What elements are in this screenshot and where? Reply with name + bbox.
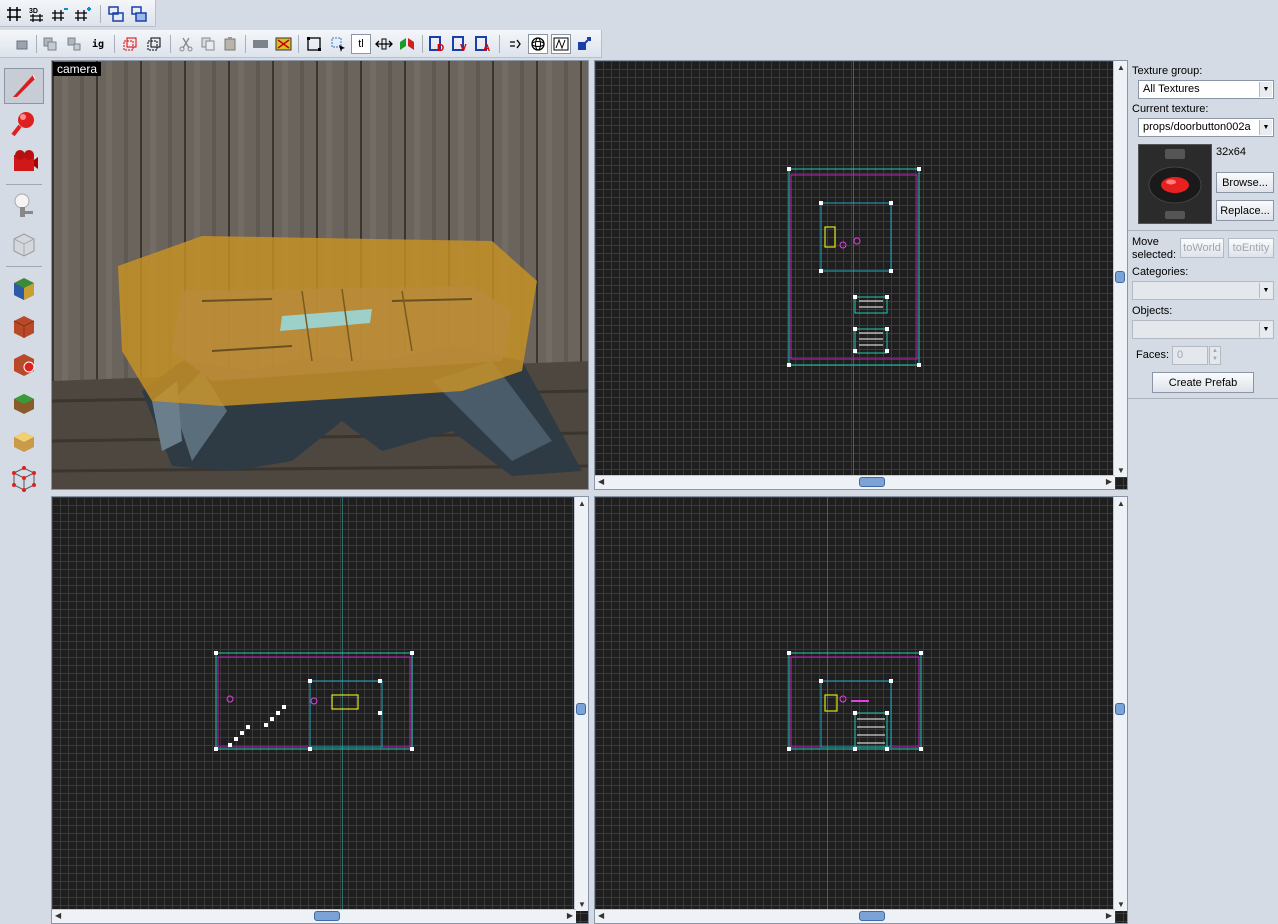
- objects-label: Objects:: [1132, 305, 1173, 317]
- chevron-down-icon: ▼: [1259, 322, 1272, 337]
- texture-panel: Texture group: All Textures ▼ Current te…: [1128, 60, 1278, 924]
- align-a-icon[interactable]: A: [474, 34, 494, 54]
- select-box-icon[interactable]: [304, 34, 324, 54]
- main-toolbar: ig tl D V A: [0, 30, 602, 58]
- svg-text:A: A: [483, 43, 490, 53]
- top-2d-viewport[interactable]: ▲ ▼ ◀ ▶: [594, 60, 1128, 490]
- camera-label: camera: [53, 62, 102, 76]
- texture-lock-icon[interactable]: [274, 34, 294, 54]
- faces-label: Faces:: [1136, 349, 1170, 361]
- texture-group-value: All Textures: [1143, 83, 1200, 95]
- replace-button-label: Replace...: [1220, 204, 1270, 217]
- browse-button[interactable]: Browse...: [1216, 172, 1274, 193]
- map-icon[interactable]: [551, 34, 571, 54]
- grid-icon[interactable]: [4, 4, 24, 24]
- texture-size: 32x64: [1216, 146, 1246, 158]
- hide-selection-icon[interactable]: [120, 34, 140, 54]
- top-view-vertical-scrollbar[interactable]: ▲ ▼: [1113, 61, 1127, 477]
- front-view-vertical-scrollbar[interactable]: ▲ ▼: [1113, 497, 1127, 911]
- faces-value: 0: [1177, 349, 1184, 361]
- vertex-tool-icon[interactable]: [4, 460, 44, 496]
- apply-texture-icon[interactable]: [4, 308, 44, 344]
- svg-text:D: D: [437, 43, 444, 53]
- hide-unselected-icon[interactable]: [144, 34, 164, 54]
- entity-report-icon[interactable]: [505, 34, 525, 54]
- texture-lock-text-icon[interactable]: tl: [351, 34, 371, 54]
- clipping-tool-icon[interactable]: [4, 422, 44, 458]
- compile-icon[interactable]: [574, 34, 594, 54]
- svg-text:V: V: [460, 43, 467, 53]
- chevron-down-icon: ▼: [1259, 120, 1272, 135]
- side-view-wireframe: [214, 651, 414, 751]
- overlay-tool-icon[interactable]: [4, 384, 44, 420]
- ignore-grouping-label: ig: [91, 38, 105, 50]
- undo-icon[interactable]: [12, 34, 32, 54]
- scale-icon[interactable]: [374, 34, 394, 54]
- decal-tool-icon[interactable]: [4, 346, 44, 382]
- to-entity-label: toEntity: [1232, 242, 1270, 254]
- sphere-icon[interactable]: [528, 34, 548, 54]
- grid-3d-icon[interactable]: 3D: [27, 4, 47, 24]
- texture-application-icon[interactable]: [4, 270, 44, 306]
- align-v-icon[interactable]: V: [451, 34, 471, 54]
- copy-icon[interactable]: [198, 34, 218, 54]
- chevron-down-icon: ▼: [1259, 283, 1272, 298]
- select-pointer-icon[interactable]: [328, 34, 348, 54]
- create-prefab-label: Create Prefab: [1168, 376, 1238, 389]
- camera-tool-icon[interactable]: [4, 144, 44, 180]
- solid-icon[interactable]: [251, 34, 271, 54]
- create-prefab-button[interactable]: Create Prefab: [1152, 372, 1254, 393]
- front-view-horizontal-scrollbar[interactable]: ◀ ▶: [595, 909, 1115, 923]
- current-texture-dropdown[interactable]: props/doorbutton002a ▼: [1138, 118, 1274, 137]
- side-2d-viewport[interactable]: ▲ ▼ ◀ ▶: [51, 496, 589, 924]
- magnify-tool-icon[interactable]: [4, 106, 44, 142]
- current-texture-label: Current texture:: [1132, 103, 1209, 115]
- categories-label: Categories:: [1132, 266, 1189, 278]
- carve-icon[interactable]: [106, 4, 126, 24]
- cut-icon[interactable]: [176, 34, 196, 54]
- texture-group-dropdown[interactable]: All Textures ▼: [1138, 80, 1274, 99]
- camera-render: [52, 61, 588, 489]
- align-d-icon[interactable]: D: [428, 34, 448, 54]
- replace-button[interactable]: Replace...: [1216, 200, 1274, 221]
- ignore-grouping-icon[interactable]: ig: [88, 34, 108, 54]
- paste-icon[interactable]: [220, 34, 240, 54]
- top-view-horizontal-scrollbar[interactable]: ◀ ▶: [595, 475, 1115, 489]
- grid-smaller-icon[interactable]: [50, 4, 70, 24]
- to-world-button[interactable]: toWorld: [1180, 238, 1224, 258]
- texture-group-label: Texture group:: [1132, 65, 1203, 77]
- browse-button-label: Browse...: [1222, 176, 1268, 189]
- tools-palette: [0, 60, 50, 924]
- block-tool-icon[interactable]: [4, 226, 44, 262]
- svg-text:3D: 3D: [29, 8, 38, 15]
- faces-field[interactable]: 0: [1172, 346, 1208, 365]
- to-entity-button[interactable]: toEntity: [1228, 238, 1274, 258]
- move-selected-label: Move selected:: [1132, 236, 1177, 261]
- group-objects-icon[interactable]: [40, 34, 60, 54]
- faces-spinner[interactable]: ▲ ▼: [1209, 346, 1221, 365]
- to-world-label: toWorld: [1183, 242, 1221, 254]
- selection-tool-icon[interactable]: [4, 68, 44, 104]
- front-2d-viewport[interactable]: ▲ ▼ ◀ ▶: [594, 496, 1128, 924]
- side-view-horizontal-scrollbar[interactable]: ◀ ▶: [52, 909, 576, 923]
- chevron-down-icon: ▼: [1259, 82, 1272, 97]
- flip-icon[interactable]: [397, 34, 417, 54]
- texture-preview: [1138, 144, 1212, 224]
- grid-toolbar: 3D: [0, 0, 156, 27]
- texture-lock-text-label: tl: [358, 38, 364, 50]
- group-icon[interactable]: [129, 4, 149, 24]
- camera-viewport[interactable]: camera: [51, 60, 589, 490]
- categories-dropdown[interactable]: ▼: [1132, 281, 1274, 300]
- entity-tool-icon[interactable]: [4, 188, 44, 224]
- current-texture-value: props/doorbutton002a: [1143, 121, 1251, 133]
- ungroup-icon[interactable]: [64, 34, 84, 54]
- top-view-wireframe: [787, 167, 921, 367]
- front-view-wireframe: [787, 651, 923, 751]
- objects-dropdown[interactable]: ▼: [1132, 320, 1274, 339]
- side-view-vertical-scrollbar[interactable]: ▲ ▼: [574, 497, 588, 911]
- grid-larger-icon[interactable]: [73, 4, 93, 24]
